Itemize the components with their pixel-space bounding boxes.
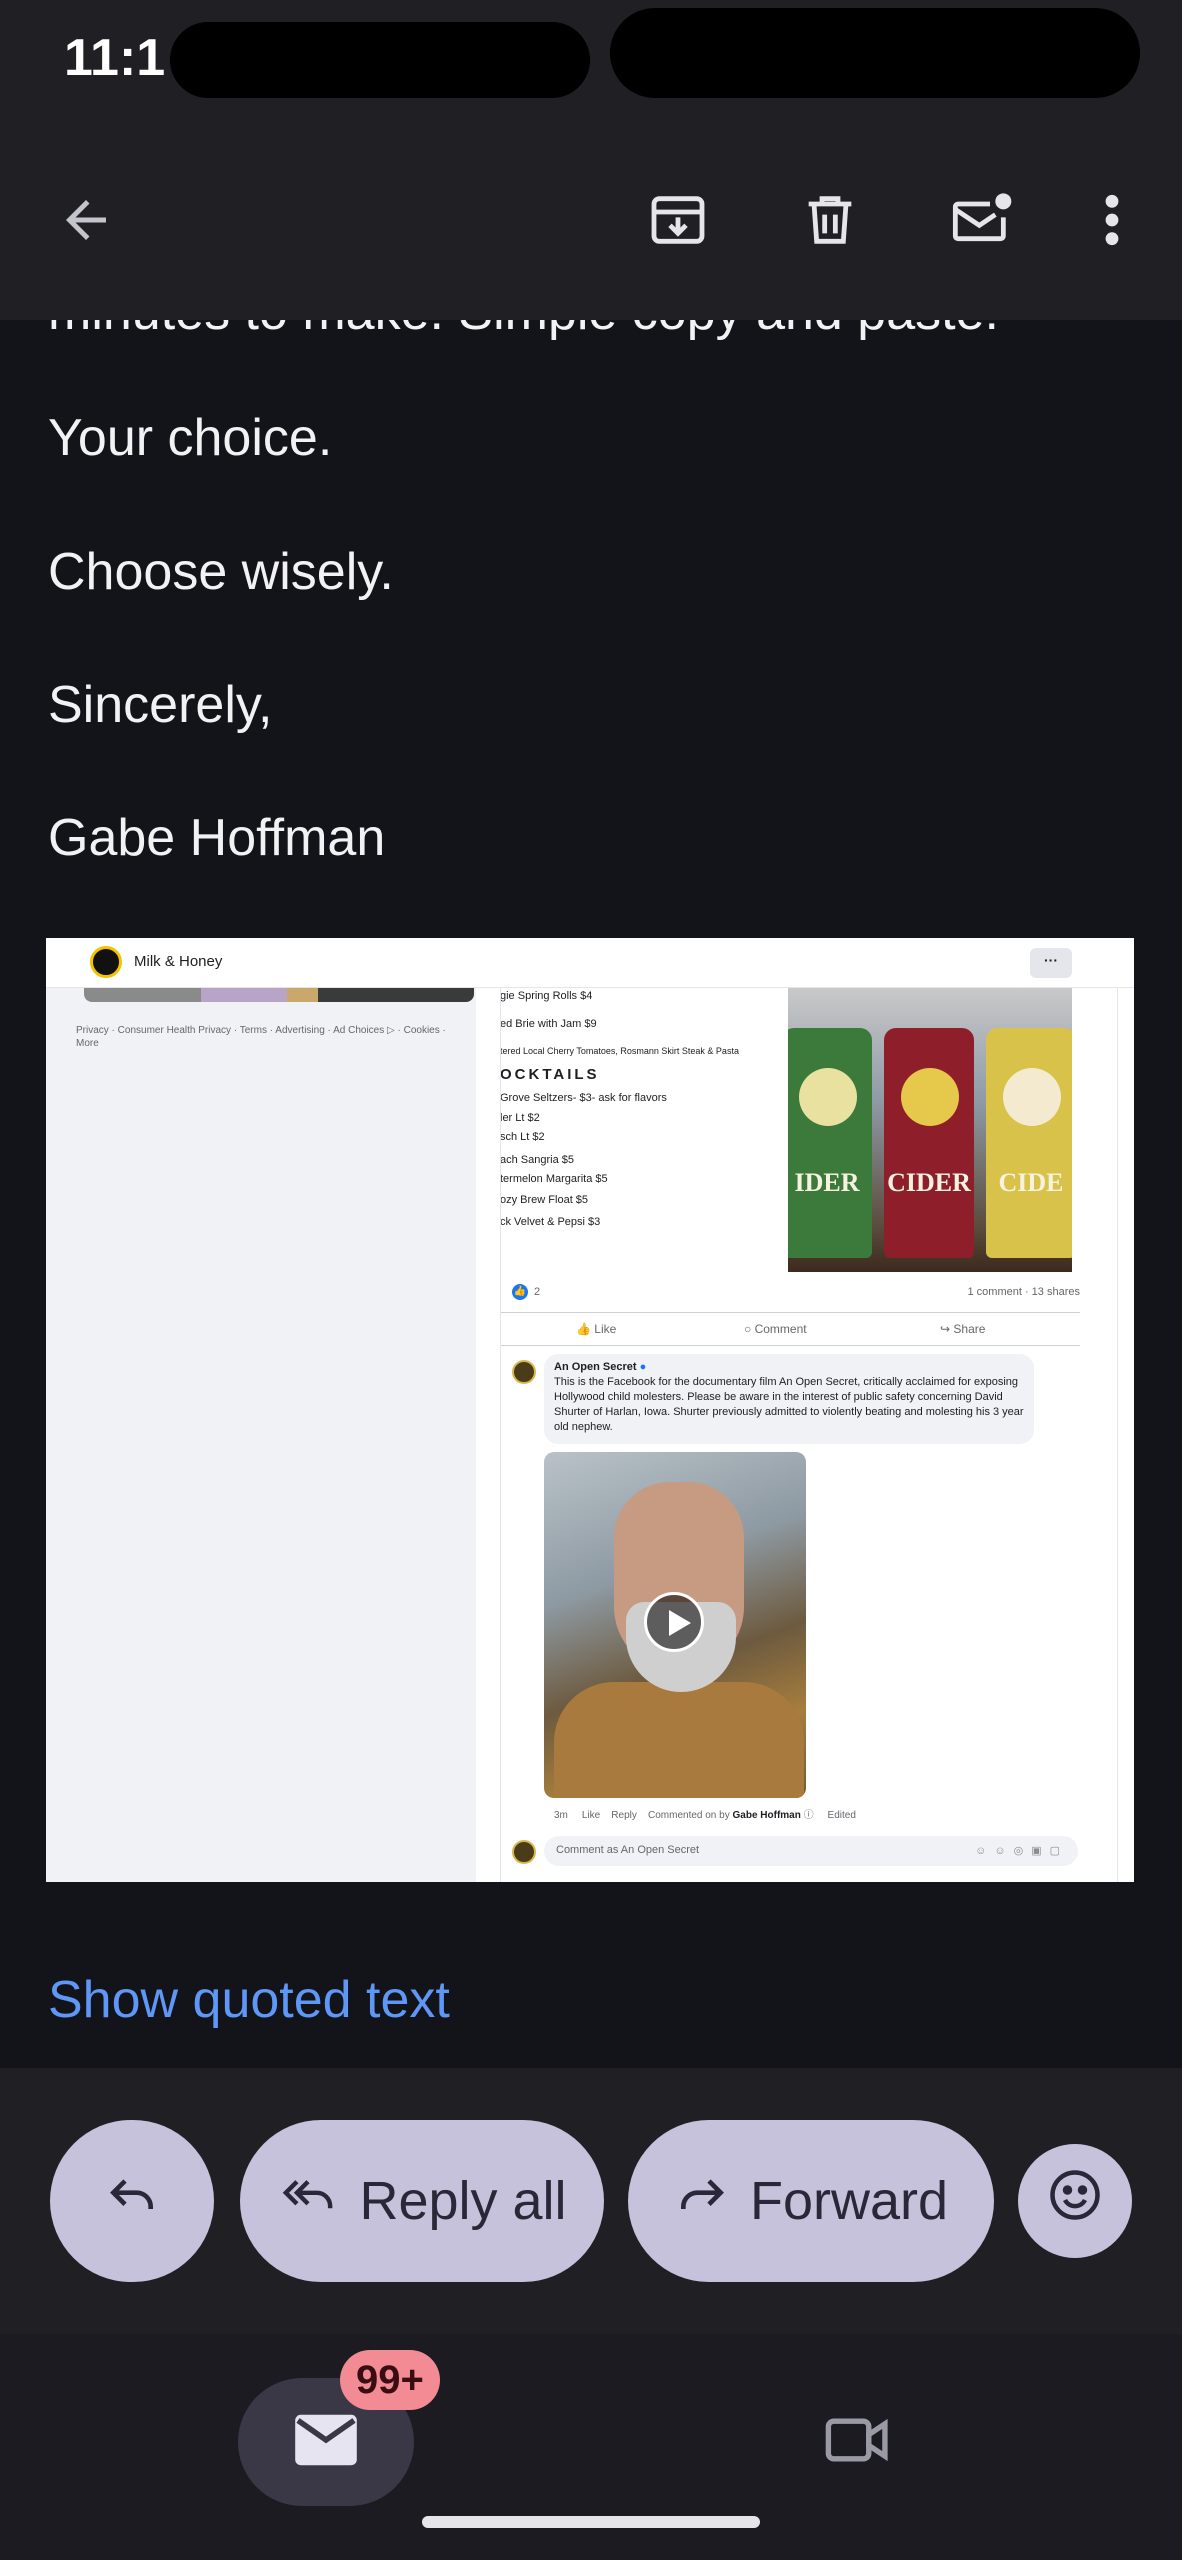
comment-composer: Comment as An Open Secret ☺☺◎▣▢ bbox=[544, 1836, 1078, 1866]
play-icon bbox=[644, 1592, 704, 1652]
photo-strip bbox=[84, 988, 474, 1002]
page-logo bbox=[90, 946, 122, 978]
fb-footer-links: Privacy · Consumer Health Privacy · Term… bbox=[76, 1025, 446, 1049]
commenter-name: An Open Secret bbox=[554, 1361, 637, 1373]
comment-text: This is the Facebook for the documentary… bbox=[554, 1376, 1024, 1433]
mail-unread-icon[interactable] bbox=[940, 178, 1024, 262]
forward-button[interactable]: Forward bbox=[628, 2120, 994, 2282]
thumbs-up-icon: 👍 bbox=[576, 1322, 595, 1336]
archive-icon[interactable] bbox=[636, 178, 720, 262]
info-icon: ⓘ bbox=[803, 1810, 814, 1821]
cider-can: CIDE bbox=[986, 1028, 1072, 1258]
can-label: CIDE bbox=[998, 1168, 1064, 1197]
comment-action: ○ Comment bbox=[744, 1322, 807, 1336]
reply-action-bar: Reply all Forward bbox=[0, 2068, 1182, 2334]
post-actions: 👍 Like ○ Comment ↪ Share bbox=[500, 1312, 1080, 1346]
status-bar: 11:1 bbox=[0, 0, 1182, 120]
comment-meta: 3m Like Reply Commented on by Gabe Hoffm… bbox=[554, 1810, 856, 1821]
signature-name: Gabe Hoffman bbox=[48, 809, 386, 867]
comments-shares: 1 comment · 13 shares bbox=[967, 1286, 1081, 1298]
cut-off-text-line: minutes to make. Simple copy and paste. bbox=[48, 320, 999, 342]
reply-all-label: Reply all bbox=[359, 2171, 567, 2231]
menu-line: termelon Margarita $5 bbox=[500, 1173, 608, 1185]
redaction-mark bbox=[170, 22, 590, 98]
mail-icon bbox=[292, 2412, 360, 2473]
can-label: IDER bbox=[794, 1168, 860, 1197]
reply-button[interactable] bbox=[50, 2120, 214, 2282]
more-options-button: ··· bbox=[1030, 948, 1072, 978]
body-paragraph: Your choice. bbox=[48, 409, 333, 467]
videocam-icon bbox=[823, 2412, 893, 2473]
page-name: Milk & Honey bbox=[134, 953, 223, 970]
nav-meet-tab[interactable] bbox=[820, 2404, 896, 2480]
can-label: CIDER bbox=[887, 1168, 971, 1197]
trash-icon[interactable] bbox=[788, 178, 872, 262]
embedded-screenshot-image[interactable]: Milk & Honey ··· Privacy · Consumer Heal… bbox=[46, 938, 1134, 1882]
cider-can: IDER bbox=[788, 1028, 872, 1258]
redaction-mark bbox=[610, 8, 1140, 98]
emoji-icon bbox=[1045, 2165, 1105, 2238]
composer-icons: ☺☺◎▣▢ bbox=[975, 1845, 1068, 1857]
show-quoted-text-link[interactable]: Show quoted text bbox=[48, 1970, 450, 2030]
back-arrow-icon[interactable] bbox=[44, 178, 128, 262]
body-paragraph: Choose wisely. bbox=[48, 543, 394, 601]
reaction-count: 2 bbox=[534, 1286, 541, 1298]
commenter-avatar bbox=[512, 1360, 536, 1384]
post-stats: 👍 2 1 comment · 13 shares bbox=[500, 1280, 1080, 1304]
more-vert-icon[interactable] bbox=[1070, 178, 1154, 262]
reply-all-icon bbox=[277, 2167, 339, 2236]
menu-text: gie Spring Rolls $4 ed Brie with Jam $9 … bbox=[500, 988, 790, 1268]
cider-can: CIDER bbox=[884, 1028, 974, 1258]
share-icon: ↪ bbox=[940, 1322, 954, 1336]
menu-heading: OCKTAILS bbox=[500, 1066, 600, 1083]
fb-post: gie Spring Rolls $4 ed Brie with Jam $9 … bbox=[500, 988, 1118, 1882]
menu-line: ach Sangria $5 bbox=[500, 1154, 574, 1166]
verified-icon: ● bbox=[639, 1361, 647, 1373]
comment-video bbox=[544, 1452, 806, 1798]
like-reaction-icon: 👍 bbox=[512, 1284, 528, 1300]
menu-line: tered Local Cherry Tomatoes, Rosmann Ski… bbox=[500, 1046, 739, 1056]
forward-label: Forward bbox=[749, 2171, 949, 2231]
fb-left-pane: Privacy · Consumer Health Privacy · Term… bbox=[46, 988, 476, 1882]
unread-count-badge: 99+ bbox=[340, 2350, 440, 2410]
menu-line: ler Lt $2 bbox=[500, 1112, 540, 1124]
menu-line: ed Brie with Jam $9 bbox=[500, 1018, 597, 1030]
email-body: minutes to make. Simple copy and paste. … bbox=[0, 320, 1182, 2068]
top-app-bar bbox=[0, 120, 1182, 320]
emoji-reaction-button[interactable] bbox=[1018, 2144, 1132, 2258]
menu-line: ozy Brew Float $5 bbox=[500, 1194, 589, 1206]
menu-line: ck Velvet & Pepsi $3 bbox=[500, 1216, 601, 1228]
forward-icon bbox=[674, 2167, 730, 2236]
share-action: ↪ Share bbox=[940, 1322, 986, 1336]
composer-avatar bbox=[512, 1840, 536, 1864]
menu-line: sch Lt $2 bbox=[500, 1131, 545, 1143]
status-time: 11:1 bbox=[64, 29, 166, 87]
menu-line: Grove Seltzers- $3- ask for flavors bbox=[500, 1092, 667, 1104]
cider-cans-photo: IDER CIDER CIDE bbox=[788, 988, 1072, 1272]
like-action: 👍 Like bbox=[576, 1322, 617, 1336]
menu-line: gie Spring Rolls $4 bbox=[500, 990, 593, 1002]
comment-icon: ○ bbox=[744, 1322, 755, 1336]
fb-page-header: Milk & Honey ··· bbox=[46, 938, 1134, 988]
comment-bubble: An Open Secret ● This is the Facebook fo… bbox=[544, 1354, 1034, 1444]
body-paragraph: Sincerely, bbox=[48, 676, 273, 734]
reply-icon bbox=[104, 2167, 160, 2236]
reply-all-button[interactable]: Reply all bbox=[240, 2120, 604, 2282]
home-indicator bbox=[422, 2516, 760, 2528]
